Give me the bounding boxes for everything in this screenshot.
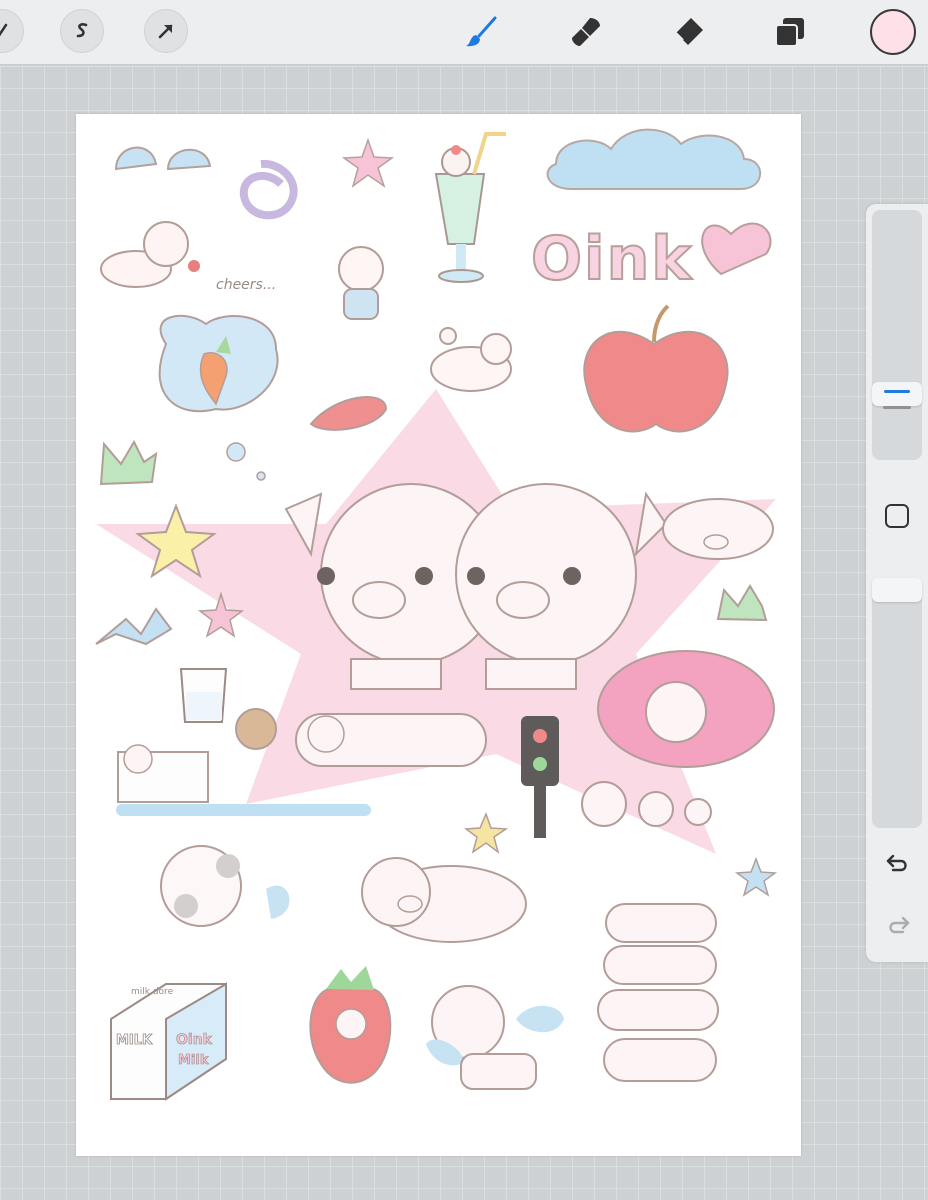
- blue-small-star: [734, 856, 778, 897]
- undo-icon: [886, 854, 907, 872]
- brush-icon: [466, 16, 497, 47]
- pink-donut-pig: [597, 650, 775, 768]
- cookie: [235, 708, 277, 750]
- smudge-tool[interactable]: [566, 12, 606, 52]
- brush-tool[interactable]: [462, 12, 502, 52]
- opacity-handle[interactable]: [872, 578, 922, 602]
- opacity-slider[interactable]: [872, 578, 922, 828]
- red-apple: [583, 304, 729, 433]
- purple-swirl: [239, 159, 298, 220]
- carrot-thought-bubble: [158, 314, 279, 481]
- pig-face-right: [662, 498, 774, 560]
- selection-icon: [76, 23, 88, 38]
- sad-gray-pig: [160, 845, 290, 927]
- milk-carton-top-text: milk dore: [131, 987, 174, 997]
- eraser-icon: [675, 18, 703, 45]
- layers-icon: [775, 18, 804, 47]
- blue-cloud: [546, 128, 762, 190]
- adjustments-button[interactable]: [0, 9, 24, 53]
- brush-size-handle[interactable]: [872, 382, 922, 406]
- small-cloud-left: [114, 146, 158, 171]
- oink-milk-text-2: Milk: [178, 1053, 209, 1068]
- pig-with-bird: [430, 327, 512, 392]
- blue-paper-crane: [95, 607, 173, 646]
- small-pink-star: [341, 137, 395, 188]
- drawing-canvas[interactable]: Oink cheers... milk dore MILK Oink Milk: [76, 114, 801, 1156]
- redo-icon: [889, 916, 910, 934]
- top-toolbar: [0, 0, 928, 65]
- selection-button[interactable]: [60, 9, 104, 53]
- color-picker-button[interactable]: [870, 9, 916, 55]
- green-grass-left: [99, 439, 158, 486]
- modify-button[interactable]: [885, 504, 909, 528]
- green-grass-right: [716, 584, 768, 622]
- small-cloud-right: [166, 148, 212, 171]
- transform-arrow-icon: [158, 24, 173, 39]
- walking-pig: [361, 857, 527, 943]
- small-standing-pig: [338, 246, 384, 320]
- oink-milk-text-1: Oink: [176, 1032, 213, 1048]
- smudge-icon: [572, 18, 600, 46]
- transform-button[interactable]: [144, 9, 188, 53]
- cheers-text: cheers...: [216, 277, 276, 293]
- stacked-pigs: [597, 903, 719, 1082]
- redo-button[interactable]: [883, 910, 913, 940]
- layers-tool[interactable]: [770, 12, 810, 52]
- long-pig: [295, 713, 487, 767]
- eraser-tool[interactable]: [668, 12, 708, 52]
- size-preview-line: [883, 406, 911, 409]
- adjustments-icon: [0, 23, 8, 37]
- milk-carton: milk dore MILK Oink Milk: [110, 982, 227, 1101]
- yellow-small-star: [463, 811, 509, 854]
- size-indicator: [884, 390, 910, 393]
- flying-pig-with-flower: [100, 221, 200, 288]
- cream-soda-drink: [434, 132, 506, 283]
- oink-lettering: Oink: [531, 224, 693, 294]
- red-snack-shape: [309, 396, 388, 431]
- pig-with-blue-towel: [426, 985, 564, 1090]
- artwork: Oink cheers... milk dore MILK Oink Milk: [95, 128, 778, 1101]
- milk-glass: [179, 668, 228, 723]
- milk-label-text: MILK: [116, 1033, 153, 1048]
- brush-size-slider[interactable]: [872, 210, 922, 460]
- brush-sidebar: [866, 204, 928, 962]
- pink-heart: [701, 222, 772, 276]
- undo-button[interactable]: [883, 848, 913, 878]
- traffic-light: [521, 716, 559, 838]
- strawberry-pig: [309, 966, 392, 1084]
